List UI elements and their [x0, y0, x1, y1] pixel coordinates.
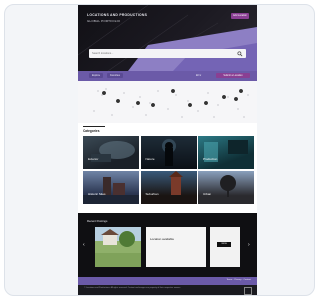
map-pin-icon — [222, 95, 227, 103]
location-map[interactable] — [78, 81, 257, 123]
category-tile-nature[interactable]: Nature — [140, 136, 197, 169]
hero-title: LOCATIONS AND PRODUCTIONS — [87, 13, 148, 17]
category-tile-historic-sites[interactable]: Historic Sites — [83, 171, 139, 204]
footer-logo-icon — [244, 287, 252, 295]
tile-label: Suburban — [145, 192, 159, 196]
map-pin-icon — [239, 89, 244, 97]
map-pin-icon — [234, 97, 239, 105]
footer-text: © Locations and Productions. All rights … — [84, 287, 181, 289]
categories-heading: Categories — [83, 129, 100, 133]
chevron-right-icon[interactable]: › — [248, 243, 250, 248]
add-location-button[interactable]: Add Location — [231, 13, 249, 19]
footer-bar: Terms · Privacy · Contact — [78, 277, 257, 285]
search-input[interactable] — [92, 51, 232, 56]
category-grid: Exterior Nature Production Historic Site… — [83, 136, 254, 206]
recent-card[interactable] — [95, 227, 141, 267]
tile-label: Historic Sites — [88, 192, 106, 196]
map-pin-icon — [204, 101, 209, 109]
map-pin-icon — [136, 101, 141, 109]
map-pin-icon — [151, 103, 156, 111]
category-tile-exterior[interactable]: Exterior — [83, 136, 139, 169]
tile-image — [91, 141, 135, 162]
map-graphic — [93, 88, 249, 118]
tile-image — [83, 177, 139, 204]
web-page: LOCATIONS AND PRODUCTIONS GLOBAL PORTFOL… — [78, 5, 257, 295]
nav-item-favorites[interactable]: Favorites — [107, 73, 123, 78]
tile-label: Production — [203, 157, 218, 161]
hero-banner: LOCATIONS AND PRODUCTIONS GLOBAL PORTFOL… — [78, 5, 257, 71]
submit-location-button[interactable]: Submit a Location — [216, 73, 250, 78]
nav-bar: Explore Favorites EN ▾ Submit a Location — [78, 71, 257, 81]
footer: © Locations and Productions. All rights … — [78, 285, 257, 295]
recent-card-badge: VIEW — [217, 242, 231, 247]
app-window: LOCATIONS AND PRODUCTIONS GLOBAL PORTFOL… — [4, 4, 315, 296]
map-pin-icon — [171, 89, 176, 97]
recent-card[interactable]: Location available — [146, 227, 206, 267]
tile-image — [168, 171, 183, 195]
tile-label: Nature — [145, 157, 155, 161]
recent-card-text: Location available — [150, 237, 175, 241]
tile-label: Exterior — [88, 157, 99, 161]
hero-subtitle: GLOBAL PORTFOLIO — [87, 19, 121, 23]
nav-item-explore[interactable]: Explore — [89, 73, 103, 78]
category-tile-suburban[interactable]: Suburban — [140, 171, 197, 204]
tile-image — [220, 175, 236, 197]
footer-links[interactable]: Terms · Privacy · Contact — [226, 279, 251, 281]
recent-card-image — [95, 227, 141, 267]
tile-image — [204, 140, 248, 162]
recent-heading: Recent Postings — [87, 219, 108, 223]
search-icon[interactable] — [237, 51, 243, 57]
tile-image — [161, 139, 176, 166]
language-selector[interactable]: EN ▾ — [196, 73, 210, 78]
category-tile-urban[interactable]: Urban — [198, 171, 254, 204]
section-divider — [83, 126, 105, 127]
chevron-left-icon[interactable]: ‹ — [83, 243, 85, 248]
category-tile-production[interactable]: Production — [198, 136, 254, 169]
recent-card[interactable]: VIEW — [210, 227, 240, 267]
tile-label: Urban — [203, 192, 212, 196]
search-bar — [89, 49, 246, 58]
recent-section: Recent Postings ‹ › Location available V… — [78, 213, 257, 277]
map-pin-icon — [188, 103, 193, 111]
map-pin-icon — [116, 99, 121, 107]
